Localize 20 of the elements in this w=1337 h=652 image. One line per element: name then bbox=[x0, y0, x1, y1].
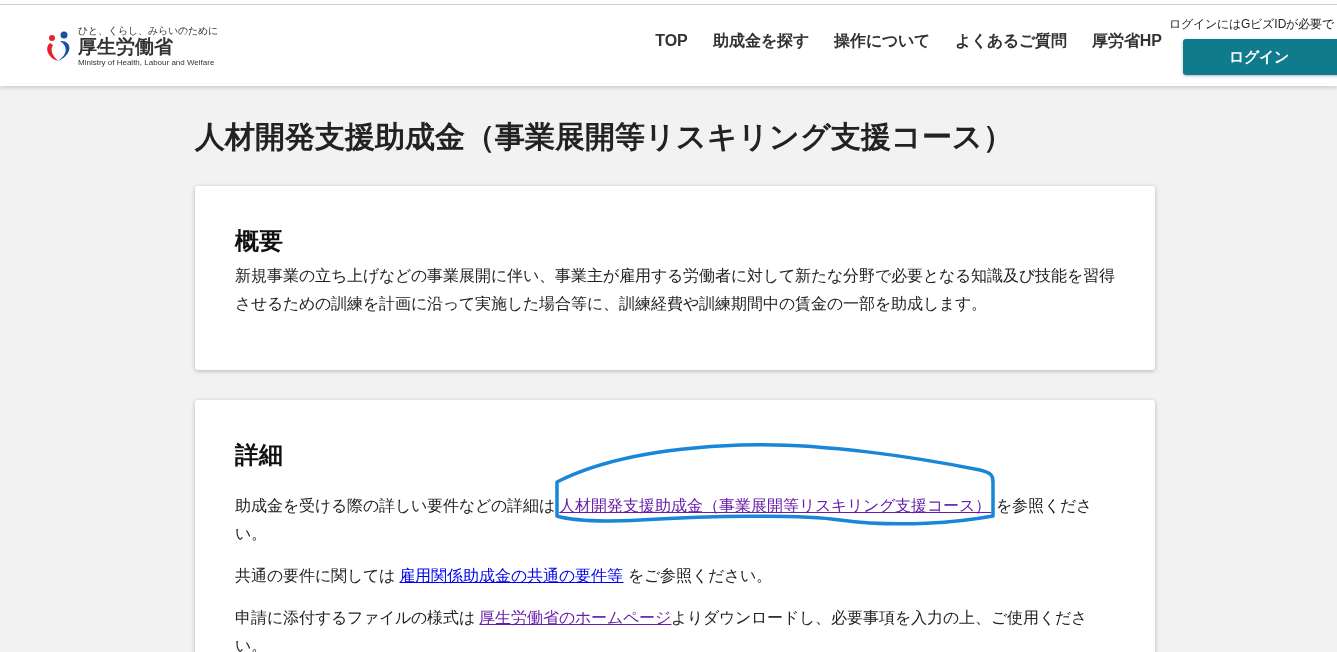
body-paragraph: 申請に添付するファイルの様式は 厚生労働省のホームページよりダウンロードし、必要事項を入力の上、ご使用ください。 bbox=[235, 608, 1089, 652]
text-link[interactable]: 雇用関係助成金の共通の要件等 bbox=[399, 567, 624, 584]
logo-name: 厚生労働省 bbox=[78, 35, 173, 58]
text-link[interactable]: 厚生労働省のホームページ bbox=[479, 609, 672, 626]
page-title: 人材開発支援助成金（事業展開等リスキリング支援コース） bbox=[195, 119, 1014, 155]
login-note: ログインにはGビズIDが必要で bbox=[1169, 16, 1335, 33]
body-paragraph: 新規事業の立ち上げなどの事業展開に伴い、事業主が雇用する労働者に対して新たな分野で必要となる知識及び技能を習得させるための訓練を計画に沿って実施した場合等に、訓練経費や訓練期間中の賃金の一部を助成します。 bbox=[235, 266, 1116, 314]
nav-link[interactable]: TOP bbox=[655, 28, 688, 53]
logo-tagline: ひと、くらし、みらいのために bbox=[78, 24, 218, 36]
login-button[interactable]: ログイン bbox=[1183, 39, 1337, 75]
body-paragraph: 助成金を受ける際の詳しい要件などの詳細は 人材開発支援助成金（事業展開等リスキリング支援コース） を参照ください。 bbox=[235, 496, 1093, 544]
nav-link[interactable]: 操作について bbox=[833, 28, 930, 53]
text-link[interactable]: 人材開発支援助成金（事業展開等リスキリング支援コース） bbox=[559, 497, 992, 514]
section-heading: 詳細 bbox=[235, 440, 284, 470]
section-heading: 概要 bbox=[235, 226, 284, 256]
logo-english: Ministry of Health, Labour and Welfare bbox=[78, 57, 215, 67]
nav-link[interactable]: 厚労省HP bbox=[1091, 28, 1162, 53]
nav-link[interactable]: 助成金を探す bbox=[712, 28, 809, 53]
nav-link[interactable]: よくあるご質問 bbox=[954, 28, 1067, 53]
body-paragraph: 共通の要件に関しては 雇用関係助成金の共通の要件等 をご参照ください。 bbox=[235, 566, 773, 586]
